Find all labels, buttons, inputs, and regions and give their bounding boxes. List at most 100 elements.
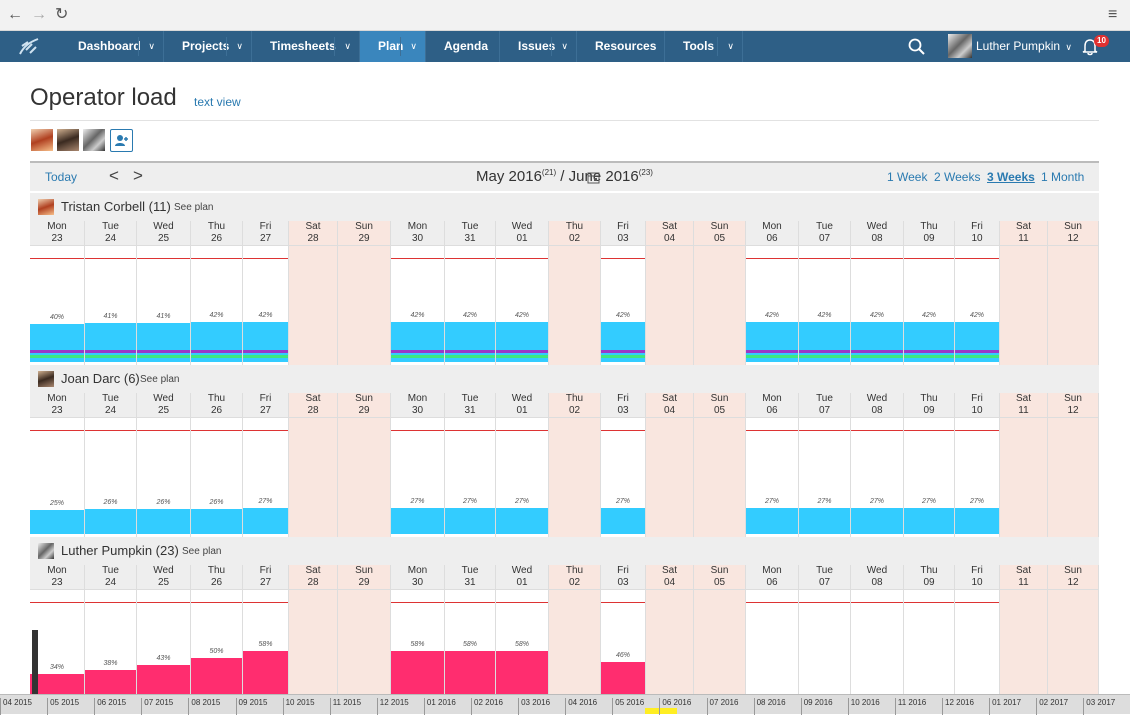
load-bar[interactable] — [851, 322, 903, 350]
load-bar[interactable] — [445, 322, 495, 350]
add-user-button[interactable] — [110, 129, 133, 152]
load-bar[interactable] — [601, 322, 645, 350]
timeline-month[interactable]: 07 2016 — [706, 698, 738, 715]
chevron-down-icon[interactable]: ∨ — [561, 31, 568, 62]
timeline-month[interactable]: 03 2017 — [1083, 698, 1115, 715]
load-bar[interactable] — [85, 358, 136, 362]
timeline-month[interactable]: 12 2015 — [376, 698, 409, 715]
see-plan-link[interactable]: See plan — [182, 546, 221, 557]
timeline-month[interactable]: 04 2015 — [0, 698, 32, 715]
timeline-month[interactable]: 01 2016 — [423, 698, 456, 715]
load-bar[interactable] — [904, 358, 954, 362]
chevron-down-icon[interactable]: ∨ — [410, 31, 417, 62]
load-bar[interactable] — [137, 358, 190, 362]
load-bar[interactable] — [851, 358, 903, 362]
timeline-month[interactable]: 11 2015 — [329, 698, 361, 715]
load-bar[interactable] — [601, 508, 645, 534]
load-bar[interactable] — [391, 651, 444, 698]
load-bar[interactable] — [445, 358, 495, 362]
timeline-month[interactable]: 10 2016 — [847, 698, 880, 715]
load-bar[interactable] — [391, 508, 444, 534]
load-bar[interactable] — [391, 322, 444, 350]
range-1-week[interactable]: 1 Week — [887, 170, 927, 184]
nav-plan[interactable]: Plan ∨ — [360, 31, 426, 62]
load-bar[interactable] — [955, 322, 999, 350]
load-bar[interactable] — [243, 508, 288, 534]
load-bar[interactable] — [243, 358, 288, 362]
range-1-month[interactable]: 1 Month — [1041, 170, 1084, 184]
load-bar[interactable] — [191, 358, 242, 362]
load-bar[interactable] — [496, 651, 548, 698]
timeline-month[interactable]: 06 2016 — [659, 698, 691, 715]
load-bar[interactable] — [955, 508, 999, 534]
timeline-month[interactable]: 02 2017 — [1036, 698, 1068, 715]
chevron-down-icon[interactable]: ∨ — [344, 31, 351, 62]
load-bar[interactable] — [746, 358, 798, 362]
load-bar[interactable] — [496, 358, 548, 362]
timeline-month[interactable]: 03 2016 — [518, 698, 550, 715]
forward-icon[interactable]: → — [31, 6, 47, 24]
load-bar[interactable] — [799, 322, 850, 350]
load-bar[interactable] — [191, 322, 242, 350]
search-icon[interactable] — [908, 38, 925, 55]
load-bar[interactable] — [496, 508, 548, 534]
chevron-down-icon[interactable]: ∨ — [727, 31, 734, 62]
see-plan-link[interactable]: See plan — [174, 202, 213, 213]
nav-projects[interactable]: Projects ∨ — [164, 31, 252, 62]
nav-resources[interactable]: Resources — [577, 31, 665, 62]
timeline-month[interactable]: 05 2016 — [612, 698, 644, 715]
timeline-month[interactable]: 06 2015 — [94, 698, 126, 715]
chevron-down-icon[interactable]: ∨ — [236, 31, 243, 62]
timeline-scrubber[interactable]: 04 2015 05 2015 06 2015 07 2015 08 2015 09 20… — [0, 694, 1130, 715]
timeline-month[interactable]: 11 2016 — [894, 698, 926, 715]
user-avatar[interactable] — [948, 34, 972, 58]
load-bar[interactable] — [30, 358, 84, 362]
timeline-month[interactable]: 10 2015 — [282, 698, 315, 715]
range-2-weeks[interactable]: 2 Weeks — [934, 170, 980, 184]
nav-dashboard[interactable]: Dashboard ∨ — [60, 31, 164, 62]
timeline-month[interactable]: 05 2015 — [47, 698, 79, 715]
load-bar[interactable] — [137, 509, 190, 534]
load-bar[interactable] — [746, 322, 798, 350]
nav-tools[interactable]: Tools ∨ — [665, 31, 743, 62]
load-bar[interactable] — [85, 509, 136, 534]
text-view-link[interactable]: text view — [194, 95, 241, 109]
load-bar[interactable] — [85, 323, 136, 350]
logo-icon[interactable] — [16, 36, 44, 58]
reload-icon[interactable]: ↻ — [55, 6, 68, 24]
timeline-month[interactable]: 12 2016 — [942, 698, 974, 715]
menu-icon[interactable]: ≡ — [1108, 6, 1117, 24]
load-bar[interactable] — [391, 358, 444, 362]
load-bar[interactable] — [445, 508, 495, 534]
back-icon[interactable]: ← — [7, 6, 23, 24]
timeline-month[interactable]: 08 2016 — [753, 698, 786, 715]
load-bar[interactable] — [601, 358, 645, 362]
load-bar[interactable] — [799, 358, 850, 362]
timeline-month[interactable]: 01 2017 — [989, 698, 1021, 715]
calendar-icon[interactable] — [587, 171, 600, 184]
load-bar[interactable] — [955, 358, 999, 362]
load-bar[interactable] — [799, 508, 850, 534]
avatar-luther[interactable] — [83, 129, 105, 151]
nav-agenda[interactable]: Agenda — [426, 31, 500, 62]
load-bar[interactable] — [851, 508, 903, 534]
timeline-month[interactable]: 09 2015 — [235, 698, 267, 715]
timeline-month[interactable]: 07 2015 — [141, 698, 173, 715]
timeline-month[interactable]: 02 2016 — [471, 698, 503, 715]
load-bar[interactable] — [243, 651, 288, 698]
load-bar[interactable] — [496, 322, 548, 350]
chevron-down-icon[interactable]: ∨ — [148, 31, 155, 62]
load-bar[interactable] — [904, 508, 954, 534]
avatar-tristan[interactable] — [31, 129, 53, 151]
user-menu[interactable]: Luther Pumpkin ∨ — [976, 31, 1072, 63]
load-bar[interactable] — [30, 324, 84, 350]
nav-issues[interactable]: Issues ∨ — [500, 31, 577, 62]
nav-timesheets[interactable]: Timesheets ∨ — [252, 31, 360, 62]
load-bar[interactable] — [30, 510, 84, 534]
load-bar[interactable] — [445, 651, 495, 698]
timeline-month[interactable]: 09 2016 — [800, 698, 833, 715]
timeline-month[interactable]: 08 2015 — [188, 698, 220, 715]
load-bar[interactable] — [746, 508, 798, 534]
load-bar[interactable] — [191, 509, 242, 534]
load-bar[interactable] — [904, 322, 954, 350]
